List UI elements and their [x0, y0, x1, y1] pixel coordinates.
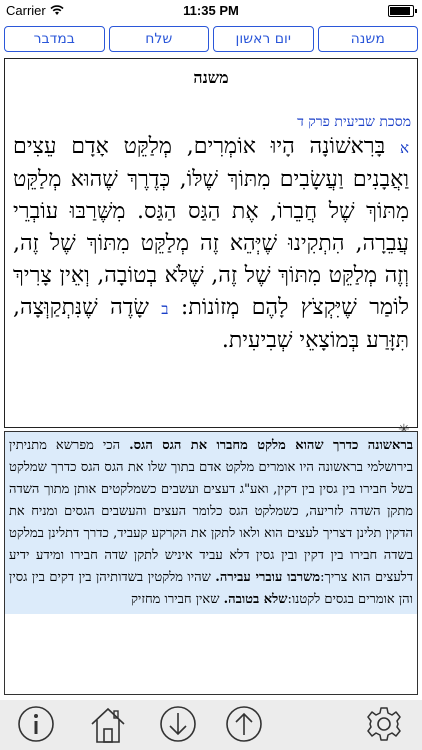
status-bar: Carrier 11:35 PM: [0, 0, 422, 20]
tab-shelach[interactable]: שלח: [108, 26, 209, 52]
mishna-text: א בָּרִאשׁוֹנָה הָיוּ אוֹמְרִים, מְלַקֵּ…: [13, 131, 409, 357]
commentary-lead: בראשונה כדרך שהוא מלקט מחברו את הגס הגס.: [129, 438, 414, 453]
commentary-panel: בראשונה כדרך שהוא מלקט מחברו את הגס הגס.…: [4, 431, 418, 695]
settings-icon[interactable]: [362, 702, 406, 746]
info-icon[interactable]: [14, 702, 58, 746]
status-time: 11:35 PM: [183, 3, 239, 18]
tab-bamidbar[interactable]: במדבר: [4, 26, 105, 52]
commentary-text: בראשונה כדרך שהוא מלקט מחברו את הגס הגס.…: [5, 432, 417, 614]
battery-icon: [388, 5, 417, 17]
mishna-panel: משנה מסכת שביעית פרק ד א בָּרִאשׁוֹנָה ה…: [4, 58, 418, 428]
arrow-up-icon[interactable]: [222, 702, 266, 746]
panel-title: משנה: [193, 68, 229, 87]
mishna-number-1: א: [399, 139, 409, 157]
commentary-body-3: שאין חבירו מחזיק: [130, 592, 224, 607]
tab-mishna[interactable]: משנה: [317, 26, 418, 52]
section-heading: מסכת שביעית פרק ד: [297, 114, 411, 130]
parsha-tabs: במדבר שלח יום ראשון משנה: [4, 26, 418, 52]
commentary-bold-2: משרבו עוברי עבירה.: [215, 570, 321, 585]
arrow-down-icon[interactable]: [156, 702, 200, 746]
home-icon[interactable]: [86, 702, 130, 746]
bottom-toolbar: [0, 700, 422, 750]
tab-day[interactable]: יום ראשון: [213, 26, 314, 52]
mishna-text-1: בָּרִאשׁוֹנָה הָיוּ אוֹמְרִים, מְלַקֵּט …: [13, 134, 409, 320]
commentary-body-1: הכי מפרשא מתניתין בירושלמי בראשונה היו א…: [9, 438, 414, 585]
commentary-bold-3: שלא בטובה.: [223, 592, 288, 607]
mishna-number-2: ב: [161, 300, 169, 318]
